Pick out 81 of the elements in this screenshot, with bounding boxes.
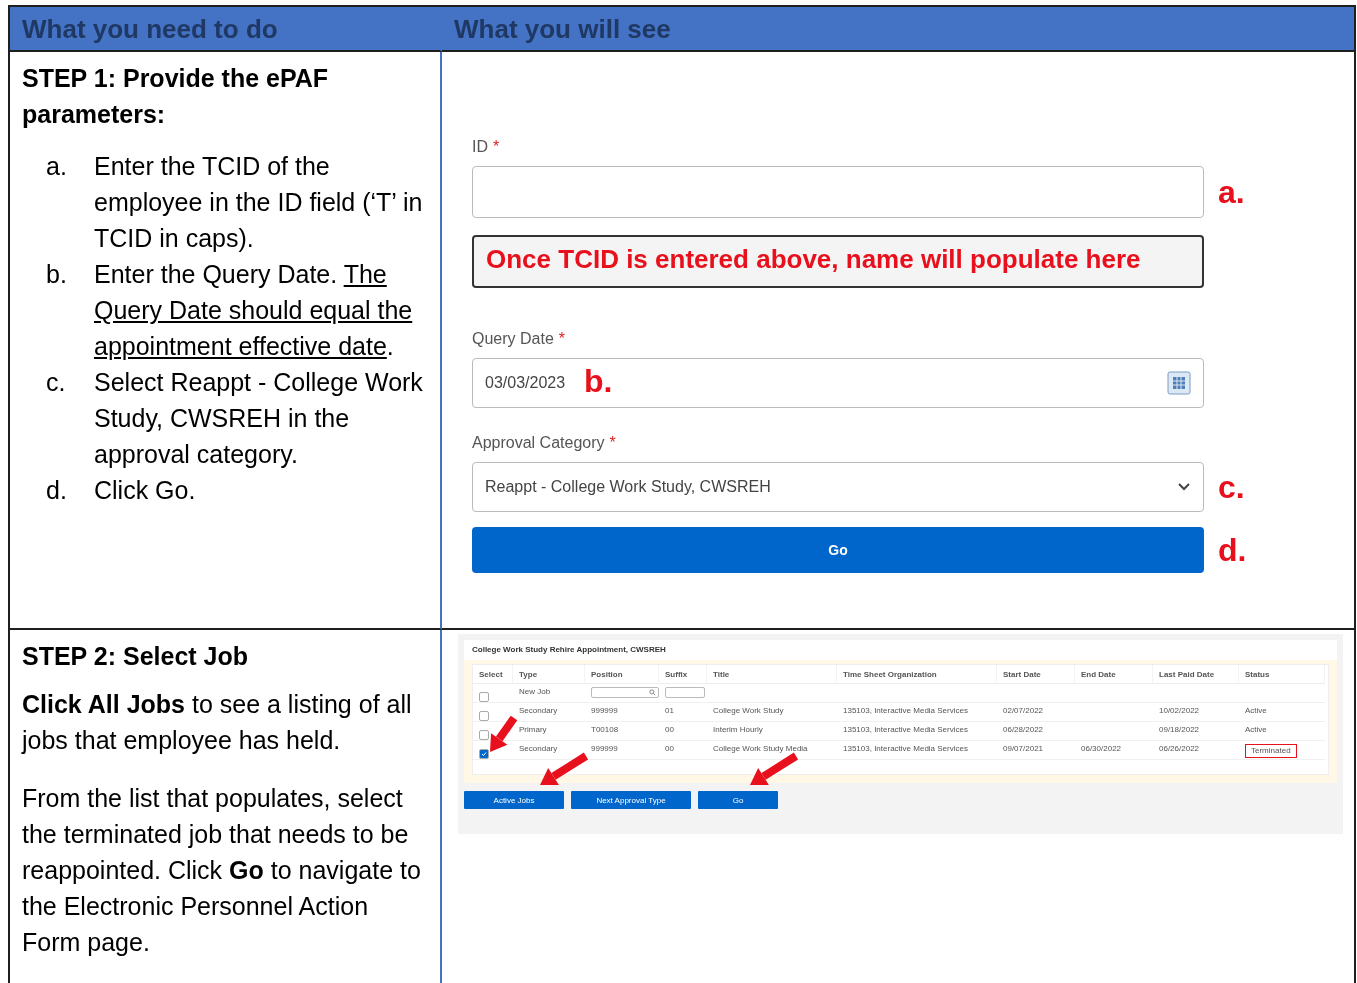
chevron-down-icon bbox=[1177, 482, 1191, 492]
table-cell: 135103, Interactive Media Services bbox=[843, 744, 968, 753]
table-cell: Terminated bbox=[1245, 744, 1297, 758]
table-header: Start Date bbox=[997, 665, 1075, 684]
required-mark: * bbox=[609, 434, 616, 453]
step-annotation: a. bbox=[1218, 173, 1245, 211]
table-cell: 00 bbox=[665, 744, 674, 753]
list-marker: a. bbox=[45, 151, 68, 182]
check-icon bbox=[481, 751, 487, 757]
select-checkbox[interactable] bbox=[479, 749, 489, 759]
table-cell: 01 bbox=[665, 706, 674, 715]
select-checkbox[interactable] bbox=[479, 730, 489, 740]
table-cell: 06/30/2022 bbox=[1081, 744, 1122, 753]
step-title: STEP 2: Select Job bbox=[22, 641, 249, 672]
calendar-icon[interactable] bbox=[1167, 371, 1191, 395]
action-button[interactable]: Next Approval Type bbox=[571, 791, 691, 809]
required-mark: * bbox=[493, 138, 500, 157]
table-cell: 06/26/2022 bbox=[1159, 744, 1200, 753]
table-cell: 999999 bbox=[591, 744, 618, 753]
instruction-text: Enter the TCID of the employee in the ID field (‘T’ in TCID in caps). bbox=[94, 151, 424, 254]
table-cell: Active bbox=[1245, 725, 1267, 734]
column-header: What you need to do bbox=[10, 7, 442, 52]
search-icon bbox=[649, 689, 656, 696]
table-cell: 10/02/2022 bbox=[1159, 706, 1200, 715]
table-header: Type bbox=[513, 665, 585, 684]
suffix-field[interactable] bbox=[665, 687, 705, 698]
list-marker: d. bbox=[45, 475, 68, 506]
table-header: Last Paid Date bbox=[1153, 665, 1239, 684]
table-cell: 999999 bbox=[591, 706, 618, 715]
table-header: Time Sheet Organization bbox=[837, 665, 997, 684]
select-checkbox[interactable] bbox=[479, 692, 489, 702]
table-header: Status bbox=[1239, 665, 1325, 684]
instruction-text: From the list that populates, select the terminated job that needs to be reappointed. Click Go to navigate to the Electronic Personnel Action Form page. bbox=[22, 783, 422, 958]
table-cell: 135103, Interactive Media Services bbox=[843, 725, 968, 734]
action-button[interactable]: Go bbox=[698, 791, 778, 809]
go-button[interactable]: Go bbox=[472, 527, 1204, 573]
table-cell: 09/07/2021 bbox=[1003, 744, 1044, 753]
table-cell: New Job bbox=[519, 687, 551, 696]
table-header: Position bbox=[585, 665, 659, 684]
field-label: Approval Category bbox=[472, 434, 605, 453]
field-label: Query Date bbox=[472, 330, 554, 349]
instruction-text: Enter the Query Date. The Query Date should equal the appointment effective date. bbox=[94, 259, 414, 362]
table-cell: Secondary bbox=[519, 706, 558, 715]
column-header: What you will see bbox=[442, 7, 1354, 52]
name-notice: Once TCID is entered above, name will populate here bbox=[472, 235, 1204, 288]
table-header: Title bbox=[707, 665, 837, 684]
screen-title: College Work Study Rehire Appointment, CWSREH bbox=[464, 640, 1337, 660]
table-cell: 00 bbox=[665, 725, 674, 734]
action-button[interactable]: Active Jobs bbox=[464, 791, 564, 809]
list-marker: c. bbox=[45, 367, 67, 398]
id-input[interactable] bbox=[472, 166, 1204, 218]
instruction-text: Click Go. bbox=[94, 475, 196, 506]
table-cell: Secondary bbox=[519, 744, 558, 753]
table-cell: College Work Study Media bbox=[713, 744, 808, 753]
step-annotation: d. bbox=[1218, 531, 1247, 569]
table-cell: Interim Hourly bbox=[713, 725, 763, 734]
table-cell: 06/28/2022 bbox=[1003, 725, 1044, 734]
step-title: STEP 1: Provide the ePAF parameters: bbox=[22, 63, 330, 130]
pointer-arrow bbox=[750, 752, 799, 785]
table-header: Select bbox=[473, 665, 513, 684]
field-label: ID bbox=[472, 138, 488, 157]
table-header: End Date bbox=[1075, 665, 1153, 684]
table-cell: 135103, Interactive Media Services bbox=[843, 706, 968, 715]
table-cell: College Work Study bbox=[713, 706, 784, 715]
instruction-text: Select Reappt - College Work Study, CWSREH in the approval category. bbox=[94, 367, 424, 470]
table-cell: T00108 bbox=[591, 725, 619, 734]
table-cell: Primary bbox=[519, 725, 547, 734]
table-header: Suffix bbox=[659, 665, 707, 684]
step-annotation: b. bbox=[584, 363, 613, 400]
table-cell: 02/07/2022 bbox=[1003, 706, 1044, 715]
select-checkbox[interactable] bbox=[479, 711, 489, 721]
required-mark: * bbox=[558, 330, 566, 349]
instruction-text: Click All Jobs to see a listing of all jobs that employee has held. bbox=[22, 689, 413, 756]
step-annotation: c. bbox=[1218, 468, 1245, 506]
category-select[interactable]: Reappt - College Work Study, CWSREH bbox=[472, 462, 1204, 512]
list-marker: b. bbox=[45, 259, 68, 290]
pointer-arrow bbox=[490, 715, 518, 752]
table-cell: 09/18/2022 bbox=[1159, 725, 1200, 734]
pointer-arrow bbox=[540, 752, 589, 785]
table-cell: Active bbox=[1245, 706, 1267, 715]
position-search-field[interactable] bbox=[591, 687, 659, 698]
